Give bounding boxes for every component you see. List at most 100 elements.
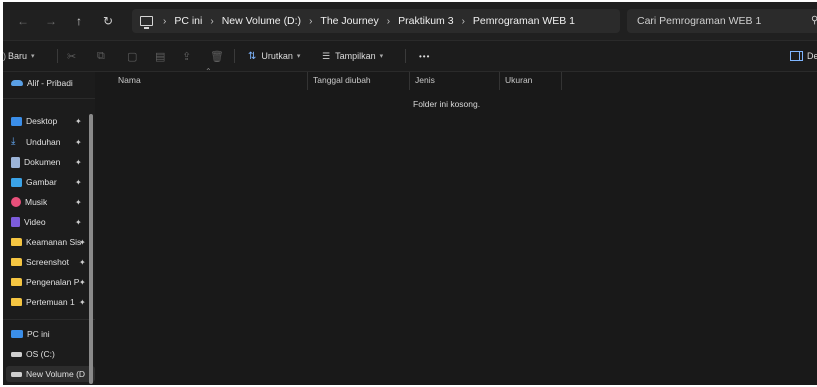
sidebar-item-onedrive[interactable]: Alif - Pribadi [11, 75, 87, 91]
details-pane-button[interactable]: Deta [790, 48, 817, 64]
refresh-icon[interactable]: ↻ [100, 13, 116, 29]
paste-icon[interactable]: ▢ [127, 48, 137, 64]
column-divider[interactable] [307, 72, 308, 90]
sidebar-item-label: New Volume (D [26, 369, 86, 379]
breadcrumb-item[interactable]: Pemrograman WEB 1 [473, 15, 575, 27]
drive-icon [11, 371, 22, 377]
pin-icon: ✦ [75, 197, 82, 207]
breadcrumb[interactable]: › PC ini › New Volume (D:) › The Journey… [132, 9, 620, 33]
copy-icon[interactable]: ⧉ [97, 48, 105, 64]
view-icon: ☰ [322, 50, 331, 61]
breadcrumb-item[interactable]: Praktikum 3 [398, 15, 453, 27]
sidebar-item-desktop[interactable]: Desktop ✦ [11, 113, 87, 129]
column-header-size[interactable]: Ukuran [505, 75, 532, 85]
column-divider[interactable] [499, 72, 500, 90]
file-explorer-window: ← → ↑ ↻ › PC ini › New Volume (D:) › The… [3, 2, 817, 385]
search-box[interactable]: ⚲ [627, 9, 817, 33]
sidebar-item-pictures[interactable]: Gambar ✦ [11, 174, 87, 190]
sidebar-item-videos[interactable]: Video ✦ [11, 214, 87, 230]
chevron-left-icon: ) [3, 51, 6, 61]
sidebar-item-label: Unduhan [26, 137, 61, 147]
sidebar-item-label: Gambar [26, 177, 57, 187]
chevron-right-icon[interactable]: › [462, 16, 465, 27]
address-bar-row: ← → ↑ ↻ › PC ini › New Volume (D:) › The… [3, 2, 817, 41]
sidebar-item-drive-d[interactable]: New Volume (D [6, 366, 95, 382]
column-header-name[interactable]: Nama [118, 75, 141, 85]
sidebar-divider [3, 319, 95, 320]
sidebar-scrollbar[interactable] [89, 114, 93, 384]
sidebar-item-label: Keamanan Sis [26, 237, 82, 247]
chevron-right-icon[interactable]: › [387, 16, 390, 27]
sidebar-item-drive-c[interactable]: OS (C:) [11, 346, 87, 362]
folder-icon [11, 298, 22, 306]
chevron-down-icon: ▾ [296, 53, 301, 60]
sort-button[interactable]: ⇅ Urutkan ▾ [248, 48, 300, 64]
pin-icon: ✦ [79, 297, 86, 307]
sidebar-item-folder[interactable]: Screenshot ✦ [11, 254, 87, 270]
empty-folder-message: Folder ini kosong. [413, 99, 481, 109]
pin-icon: ✦ [75, 157, 82, 167]
toolbar-divider [57, 49, 58, 63]
search-icon[interactable]: ⚲ [811, 15, 817, 26]
column-divider[interactable] [561, 72, 562, 90]
pin-icon: ✦ [79, 277, 86, 287]
pin-icon: ✦ [75, 177, 82, 187]
details-pane-label: Deta [807, 51, 817, 61]
sidebar-item-downloads[interactable]: ⤓ Unduhan ✦ [11, 134, 87, 150]
search-input[interactable] [627, 9, 817, 33]
sidebar-item-label: Pengenalan P [26, 277, 80, 287]
sidebar-item-label: OS (C:) [26, 349, 55, 359]
sidebar-item-label: Pertemuan 1 [26, 297, 75, 307]
column-header-type[interactable]: Jenis [415, 75, 435, 85]
pin-icon: ✦ [79, 257, 86, 267]
chevron-right-icon[interactable]: › [309, 16, 312, 27]
navigation-pane: Alif - Pribadi Desktop ✦ ⤓ Unduhan ✦ Dok… [3, 72, 95, 385]
breadcrumb-path: › PC ini › New Volume (D:) › The Journey… [140, 9, 575, 33]
sidebar-item-folder[interactable]: Keamanan Sis ✦ [11, 234, 87, 250]
arrow-up-icon[interactable]: ↑ [71, 13, 87, 29]
breadcrumb-item[interactable]: PC ini [174, 15, 202, 27]
chevron-right-icon[interactable]: › [210, 16, 213, 27]
pictures-icon [11, 177, 22, 187]
cloud-icon [11, 80, 23, 86]
cut-icon[interactable]: ✂ [67, 48, 76, 64]
chevron-down-icon: ▾ [379, 53, 384, 60]
chevron-right-icon: › [163, 15, 167, 27]
music-icon [11, 197, 21, 207]
sidebar-item-this-pc[interactable]: PC ini [11, 326, 87, 342]
view-button[interactable]: ☰ Tampilkan ▾ [322, 48, 383, 64]
rename-icon[interactable]: ▤ [155, 48, 165, 64]
documents-icon [11, 156, 20, 168]
share-icon[interactable]: ⇪ [182, 48, 191, 64]
column-header-date[interactable]: Tanggal diubah [313, 75, 371, 85]
breadcrumb-item[interactable]: New Volume (D:) [222, 15, 301, 27]
more-options-button[interactable]: ••• [419, 48, 430, 64]
pin-icon: ✦ [75, 116, 82, 126]
pc-icon [140, 16, 153, 29]
details-pane-icon [790, 51, 803, 61]
sidebar-divider [3, 98, 95, 99]
folder-icon [11, 278, 22, 286]
pc-icon [11, 330, 23, 338]
chevron-down-icon: ▾ [31, 53, 35, 60]
toolbar-divider [405, 49, 406, 63]
sidebar-item-label: Alif - Pribadi [27, 78, 73, 88]
sidebar-item-label: Screenshot [26, 257, 69, 267]
sidebar-item-documents[interactable]: Dokumen ✦ [11, 154, 87, 170]
column-header-row: Nama ⌃ Tanggal diubah Jenis Ukuran [95, 67, 817, 90]
desktop-icon [11, 116, 22, 126]
breadcrumb-item[interactable]: The Journey [320, 15, 378, 27]
new-button[interactable]: ) Baru ▾ [3, 48, 35, 64]
arrow-right-icon[interactable]: → [43, 13, 59, 29]
delete-icon[interactable]: 🗑 [210, 48, 224, 64]
folder-icon [11, 238, 22, 246]
new-button-label: Baru [8, 51, 28, 61]
sidebar-item-folder[interactable]: Pengenalan P ✦ [11, 274, 87, 290]
sidebar-item-music[interactable]: Musik ✦ [11, 194, 87, 210]
video-icon [11, 217, 20, 227]
arrow-left-icon[interactable]: ← [15, 13, 31, 29]
folder-icon [11, 258, 22, 266]
sidebar-item-folder[interactable]: Pertemuan 1 ✦ [11, 294, 87, 310]
column-divider[interactable] [409, 72, 410, 90]
toolbar-divider [234, 49, 235, 63]
